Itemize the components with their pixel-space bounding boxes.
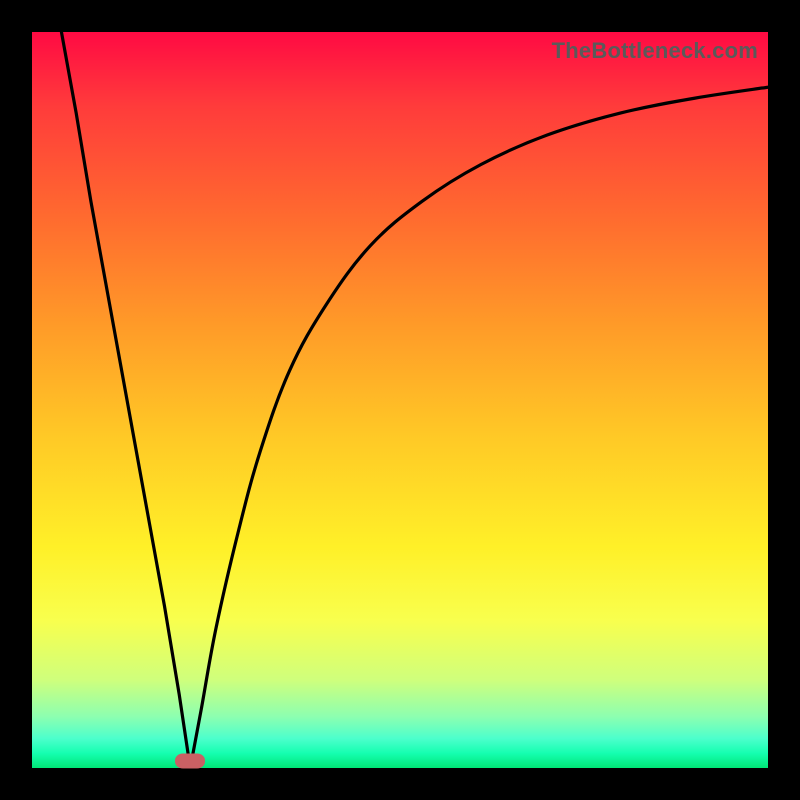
curve-svg <box>32 32 768 768</box>
min-marker <box>175 753 205 768</box>
curve-path <box>61 32 768 768</box>
watermark-text: TheBottleneck.com <box>552 38 758 64</box>
plot-area: TheBottleneck.com <box>32 32 768 768</box>
chart-frame: TheBottleneck.com <box>0 0 800 800</box>
